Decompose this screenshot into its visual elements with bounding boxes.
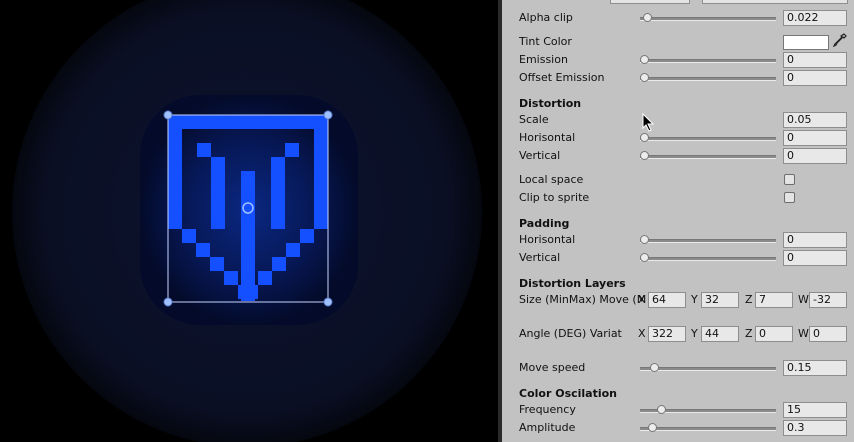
tint-color-swatch[interactable] <box>783 35 829 50</box>
row-clip-to-sprite: Clip to sprite <box>502 189 854 207</box>
angle-w-label: W <box>798 327 809 340</box>
eyedropper-icon[interactable] <box>832 33 847 51</box>
distortion-scale-field[interactable]: 0.05 <box>783 112 847 128</box>
distortion-layers-header: Distortion Layers <box>519 277 626 290</box>
emission-label: Emission <box>519 53 568 66</box>
alpha-clip-label: Alpha clip <box>519 11 573 24</box>
padding-vertical-slider[interactable] <box>640 257 776 261</box>
row-distortion-horisontal: Horisontal 0 <box>502 129 854 147</box>
angle-label: Angle (DEG) Variat <box>519 327 622 340</box>
row-distortion-scale: Scale 0.05 <box>502 111 854 129</box>
distortion-horisontal-slider-thumb[interactable] <box>640 133 649 142</box>
row-distortion-vertical: Vertical 0 <box>502 147 854 165</box>
row-frequency: Frequency 15 <box>502 401 854 419</box>
distortion-horisontal-label: Horisontal <box>519 131 576 144</box>
row-emission: Emission 0 <box>502 51 854 69</box>
inspector-panel: Alpha clip 0.022 Tint Color Emission 0 O… <box>502 0 854 442</box>
emission-field[interactable]: 0 <box>783 52 847 68</box>
size-move-y-field[interactable]: 32 <box>701 292 739 308</box>
distortion-vertical-label: Vertical <box>519 149 561 162</box>
angle-w-field[interactable]: 0 <box>809 326 847 342</box>
row-angle: Angle (DEG) Variat X 322 Y 44 Z 0 W 0 <box>502 325 854 343</box>
size-move-w-label: W <box>798 293 809 306</box>
row-alpha-clip: Alpha clip 0.022 <box>502 9 854 27</box>
angle-z-field[interactable]: 0 <box>755 326 793 342</box>
row-size-move: Size (MinMax) Move (M X 64 Y 32 Z 7 W -3… <box>502 291 854 309</box>
alpha-clip-slider[interactable] <box>640 17 776 21</box>
color-oscilation-header: Color Oscilation <box>519 387 618 400</box>
padding-horisontal-label: Horisontal <box>519 233 576 246</box>
offset-emission-slider[interactable] <box>640 77 776 81</box>
padding-horisontal-slider[interactable] <box>640 239 776 243</box>
size-move-w-field[interactable]: -32 <box>809 292 847 308</box>
amplitude-field[interactable]: 0.3 <box>783 420 847 436</box>
size-move-x-field[interactable]: 64 <box>648 292 686 308</box>
distortion-horisontal-field[interactable]: 0 <box>783 130 847 146</box>
row-offset-emission: Offset Emission 0 <box>502 69 854 87</box>
scene-view[interactable] <box>0 0 498 442</box>
alpha-clip-field[interactable]: 0.022 <box>783 10 847 26</box>
offset-emission-label: Offset Emission <box>519 71 605 84</box>
size-move-y-label: Y <box>691 293 698 306</box>
frequency-slider-thumb[interactable] <box>656 405 666 414</box>
row-move-speed: Move speed 0.15 <box>502 359 854 377</box>
padding-header: Padding <box>519 217 570 230</box>
distortion-vertical-slider[interactable] <box>640 155 776 159</box>
row-local-space: Local space <box>502 171 854 189</box>
distortion-scale-label: Scale <box>519 113 549 126</box>
local-space-label: Local space <box>519 173 584 186</box>
distortion-vertical-field[interactable]: 0 <box>783 148 847 164</box>
move-speed-slider[interactable] <box>640 367 776 371</box>
row-padding-horisontal: Horisontal 0 <box>502 231 854 249</box>
distortion-vertical-slider-thumb[interactable] <box>640 151 649 160</box>
handle-bottom-left[interactable] <box>163 297 173 307</box>
alpha-clip-slider-thumb[interactable] <box>642 13 652 22</box>
scene-canvas[interactable] <box>0 0 498 442</box>
angle-y-field[interactable]: 44 <box>701 326 739 342</box>
padding-vertical-field[interactable]: 0 <box>783 250 847 266</box>
top-field-1[interactable] <box>610 0 690 4</box>
row-amplitude: Amplitude 0.3 <box>502 419 854 437</box>
row-padding-vertical: Vertical 0 <box>502 249 854 267</box>
handle-top-right[interactable] <box>323 110 333 120</box>
amplitude-label: Amplitude <box>519 421 576 434</box>
distortion-horisontal-slider[interactable] <box>640 137 776 141</box>
padding-horisontal-field[interactable]: 0 <box>783 232 847 248</box>
angle-x-label: X <box>638 327 646 340</box>
angle-z-label: Z <box>745 327 753 340</box>
distortion-header: Distortion <box>519 97 582 110</box>
move-speed-field[interactable]: 0.15 <box>783 360 847 376</box>
offset-emission-slider-thumb[interactable] <box>640 73 649 82</box>
amplitude-slider[interactable] <box>640 427 776 431</box>
move-speed-label: Move speed <box>519 361 586 374</box>
clip-to-sprite-checkbox[interactable] <box>784 192 795 203</box>
emission-slider[interactable] <box>640 59 776 63</box>
amplitude-slider-thumb[interactable] <box>647 423 657 432</box>
handle-top-left[interactable] <box>163 110 173 120</box>
size-move-label: Size (MinMax) Move (M <box>519 293 647 306</box>
mouse-cursor-icon <box>642 112 656 133</box>
padding-vertical-label: Vertical <box>519 251 561 264</box>
frequency-field[interactable]: 15 <box>783 402 847 418</box>
angle-x-field[interactable]: 322 <box>648 326 686 342</box>
offset-emission-field[interactable]: 0 <box>783 70 847 86</box>
frequency-label: Frequency <box>519 403 576 416</box>
padding-horisontal-slider-thumb[interactable] <box>640 235 649 244</box>
handle-bottom-right[interactable] <box>323 297 333 307</box>
angle-y-label: Y <box>691 327 698 340</box>
size-move-z-field[interactable]: 7 <box>755 292 793 308</box>
local-space-checkbox[interactable] <box>784 174 795 185</box>
size-move-x-label: X <box>638 293 646 306</box>
top-field-2[interactable] <box>702 0 848 4</box>
size-move-z-label: Z <box>745 293 753 306</box>
padding-vertical-slider-thumb[interactable] <box>640 253 649 262</box>
emission-slider-thumb[interactable] <box>640 55 649 64</box>
tint-color-label: Tint Color <box>519 35 572 48</box>
clip-to-sprite-label: Clip to sprite <box>519 191 590 204</box>
row-tint-color: Tint Color <box>502 33 854 51</box>
